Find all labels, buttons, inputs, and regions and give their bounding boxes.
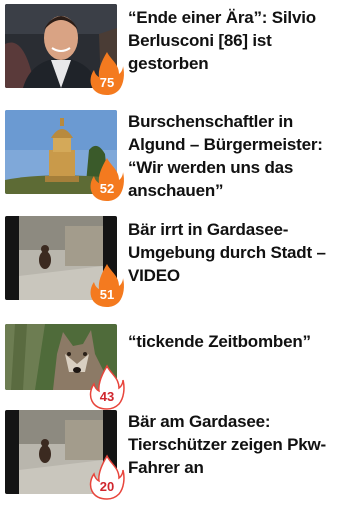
clipped-title-line [128, 317, 334, 325]
article-item[interactable]: 20 Bär am Gardasee: Tierschützer zeigen … [0, 410, 340, 502]
popularity-count: 43 [99, 389, 115, 404]
article-title[interactable]: Bär irrt in Gardasee-Umgebung durch Stad… [128, 218, 334, 287]
popularity-flame-badge: 20 [89, 454, 125, 500]
article-item[interactable]: 51 Bär irrt in Gardasee-Umgebung durch S… [0, 216, 340, 308]
popularity-flame-badge: 52 [89, 156, 125, 202]
article-item[interactable]: 52 Burschenschaftler in Algund – Bürgerm… [0, 110, 340, 202]
popularity-count: 51 [99, 287, 115, 302]
popularity-flame-badge: 75 [89, 50, 125, 96]
article-item[interactable]: 75 “Ende einer Ära”: Silvio Berlusconi [… [0, 4, 340, 96]
popularity-count: 52 [99, 181, 115, 196]
popularity-flame-badge: 43 [89, 364, 125, 410]
popularity-count: 20 [99, 479, 115, 494]
article-title[interactable]: “tickende Zeitbomben” [128, 330, 334, 353]
article-title[interactable]: “Ende einer Ära”: Silvio Berlusconi [86]… [128, 6, 334, 75]
article-title[interactable]: Burschenschaftler in Algund – Bürgermeis… [128, 110, 334, 202]
popularity-flame-badge: 51 [89, 262, 125, 308]
article-title[interactable]: Bär am Gardasee: Tierschützer zeigen Pkw… [128, 410, 334, 479]
article-item[interactable]: 43 “tickende Zeitbomben” [0, 324, 340, 416]
popularity-count: 75 [99, 75, 115, 90]
